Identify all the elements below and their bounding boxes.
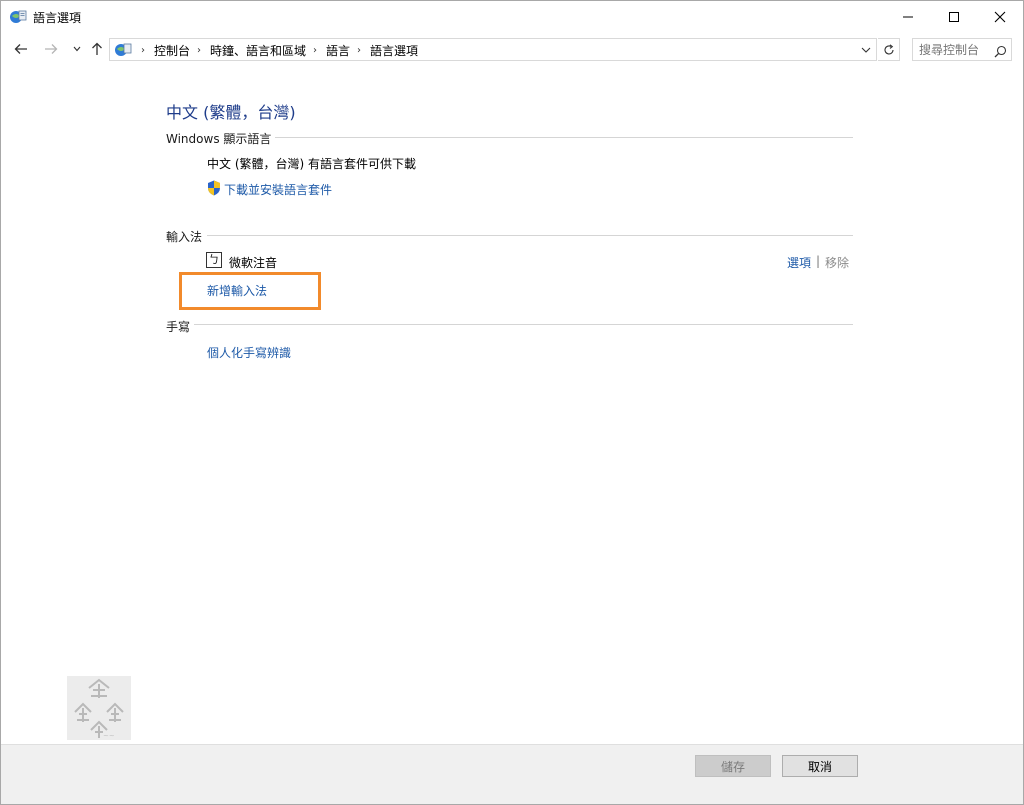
link-separator: | <box>816 254 821 268</box>
display-language-heading: Windows 顯示語言 <box>166 132 272 146</box>
input-method-heading: 輸入法 <box>166 230 203 244</box>
chevron-down-icon <box>73 46 81 52</box>
handwriting-heading: 手寫 <box>166 320 191 334</box>
download-language-pack-link[interactable]: 下載並安裝語言套件 <box>224 181 332 198</box>
close-button[interactable] <box>977 1 1023 33</box>
refresh-icon <box>883 43 894 55</box>
bopomofo-ime-icon: ㄅ <box>206 252 222 268</box>
add-input-method-link[interactable]: 新增輸入法 <box>207 282 267 299</box>
section-divider <box>275 137 853 138</box>
language-options-window: 語言選項 › 控制台 › 時鐘、語言和區域 › 語言 › 語言選項 搜尋控制台 … <box>0 0 1024 805</box>
section-divider <box>207 235 853 236</box>
up-button[interactable] <box>87 39 107 59</box>
chevron-right-icon[interactable]: › <box>197 45 201 56</box>
search-input[interactable] <box>919 42 989 58</box>
chevron-down-icon <box>861 47 871 53</box>
cancel-button[interactable]: 取消 <box>782 755 858 777</box>
footer-bar <box>1 744 1023 804</box>
minimize-icon <box>903 16 913 18</box>
breadcrumb-clock-language-region[interactable]: 時鐘、語言和區域 <box>210 42 306 59</box>
language-title: 中文 (繁體，台灣) <box>166 103 296 122</box>
chevron-right-icon[interactable]: › <box>357 45 361 56</box>
shield-icon <box>207 180 221 196</box>
maximize-button[interactable] <box>931 1 977 33</box>
refresh-button[interactable] <box>878 38 900 61</box>
ime-options-link[interactable]: 選項 <box>787 254 811 271</box>
breadcrumb-language-options[interactable]: 語言選項 <box>370 42 418 59</box>
chevron-right-icon: › <box>141 45 145 56</box>
breadcrumb-control-panel[interactable]: 控制台 <box>154 42 190 59</box>
minimize-button[interactable] <box>885 1 931 33</box>
address-dropdown-button[interactable] <box>858 40 874 59</box>
chevron-right-icon[interactable]: › <box>313 45 317 56</box>
ime-name: 微軟注音 <box>229 256 278 270</box>
control-panel-icon <box>114 41 132 59</box>
back-arrow-icon <box>14 44 27 54</box>
back-button[interactable] <box>11 39 31 59</box>
section-divider <box>194 324 853 325</box>
control-panel-icon <box>9 8 27 26</box>
save-button[interactable]: 儲存 <box>695 755 771 777</box>
close-icon <box>994 11 1006 23</box>
recent-locations-button[interactable] <box>67 39 87 59</box>
search-box[interactable] <box>912 38 1012 61</box>
maximize-icon <box>949 12 959 22</box>
up-arrow-icon <box>92 42 102 55</box>
ime-remove-link[interactable]: 移除 <box>825 254 849 271</box>
breadcrumb: › 控制台 › 時鐘、語言和區域 › 語言 › 語言選項 <box>134 42 418 59</box>
forward-button[interactable] <box>41 39 61 59</box>
window-title: 語言選項 <box>33 11 82 25</box>
breadcrumb-language[interactable]: 語言 <box>326 42 350 59</box>
language-pack-status: 中文 (繁體，台灣) 有語言套件可供下載 <box>207 157 416 171</box>
watermark-logo: ~~ <box>67 676 131 740</box>
address-bar[interactable]: › 控制台 › 時鐘、語言和區域 › 語言 › 語言選項 <box>109 38 877 61</box>
forward-arrow-icon <box>45 44 58 54</box>
search-icon[interactable] <box>994 43 1007 62</box>
svg-text:~~: ~~ <box>103 732 115 740</box>
personalize-handwriting-link[interactable]: 個人化手寫辨識 <box>207 344 291 361</box>
title-bar: 語言選項 <box>1 1 1023 33</box>
